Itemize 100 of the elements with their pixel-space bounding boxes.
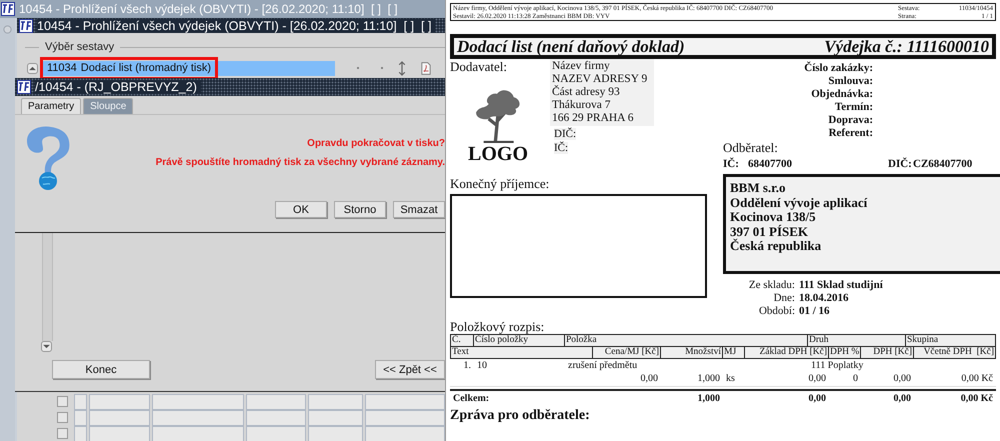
app-icon	[19, 18, 33, 32]
column-header: Cena/MJ [Kč]	[593, 347, 661, 358]
grid-cell	[74, 394, 88, 410]
field-value: 18.04.2016	[799, 292, 848, 305]
field-label: DIČ:	[888, 158, 913, 170]
dialog-button[interactable]: Smazat	[393, 201, 445, 218]
final-recipient-label: Konečný příjemce:	[450, 176, 550, 192]
grid-cell	[89, 410, 150, 426]
grid-cell	[308, 394, 363, 410]
grid-cell	[308, 426, 363, 441]
field-label: IČ:	[723, 158, 740, 170]
table-cell-text: 10	[476, 360, 488, 372]
question-text: Opravdu pokračovat v tisku?	[307, 138, 445, 149]
window-title: 10454 - Prohlížení všech výdejek (OBVYTI) - [26.02.2020; 11:10] [ ] [ ]	[19, 2, 398, 16]
address-line: Česká republika	[730, 239, 822, 254]
back-button[interactable]: << Zpět <<	[375, 360, 445, 379]
scroll-down-button[interactable]	[41, 341, 52, 352]
checkbox[interactable]	[57, 396, 68, 407]
document-title: Dodací list (není daňový doklad)	[457, 36, 685, 56]
field-label: IČ:	[554, 142, 568, 154]
grid-cell	[308, 410, 363, 426]
window-title: 10454 - Prohlížení všech výdejek (OBVYTI) - [26.02.2020; 11:10] [ ] [ ]	[37, 18, 436, 32]
address-line: Název firmy	[552, 60, 611, 73]
address-line: 397 01 PÍSEK	[730, 224, 810, 238]
table-cell-text: 1,000	[696, 393, 721, 405]
report-code: 11034	[47, 62, 77, 74]
supplier-label: Dodavatel:	[450, 59, 508, 75]
grid-cell	[246, 426, 306, 441]
table-cell-text: 0,00	[892, 373, 912, 385]
grid-cell	[74, 410, 88, 426]
address-line: Část adresy 93	[552, 86, 621, 99]
table-cell-text: zrušení předmětu	[567, 360, 638, 372]
message-text: Právě spouštíte hromadný tisk za všechny vybrané záznamy.	[156, 157, 445, 168]
report-name: Dodací list (hromadný tisk)	[80, 62, 211, 74]
field-value: CZ68407700	[913, 158, 974, 170]
checkbox[interactable]	[57, 428, 68, 439]
field-value: 01 / 16	[799, 305, 830, 318]
field-label: Doprava:	[827, 114, 873, 127]
column-header: Základ DPH [Kč]	[745, 347, 829, 358]
field-label: DIČ:	[554, 128, 576, 140]
column-header: MJ	[723, 347, 745, 358]
field-label: Smlouva:	[827, 75, 873, 88]
grid-cell	[89, 394, 150, 410]
total-label: Celkem:	[452, 393, 490, 405]
dialog-title: /10454 - (RJ_OBPREVYZ_2)	[35, 80, 201, 94]
grid-cell	[89, 426, 150, 441]
table-cell-text: ks	[725, 373, 736, 385]
address-line: Kocinova 138/5	[730, 210, 816, 224]
tab[interactable]: Parametry	[21, 98, 82, 114]
message-label: Zpráva pro odběratele:	[450, 408, 591, 424]
dialog-button[interactable]: Storno	[334, 201, 386, 218]
document-icon[interactable]	[421, 60, 431, 76]
field-label: Referent:	[828, 127, 873, 140]
table-cell-text: 1.	[462, 360, 472, 372]
document-number: Výdejka č.: 1111600010	[824, 36, 989, 56]
table-cell-text: 0,00	[808, 393, 827, 405]
table-cell-text: 0,00	[640, 373, 659, 385]
field-value: 68407700	[748, 158, 793, 170]
column-header: DPH %	[829, 347, 861, 358]
caret-up-icon	[29, 66, 36, 70]
section-label: Výběr sestavy	[45, 41, 114, 53]
table-cell-text: 1,000	[696, 373, 721, 385]
field-label: Ze skladu:	[748, 279, 795, 292]
table-cell-text: 0,00 Kč	[960, 373, 994, 385]
dialog-button[interactable]: OK	[275, 201, 327, 218]
close-button[interactable]: Konec	[52, 360, 150, 379]
address-line: Oddělení vývoje aplikací	[730, 196, 868, 210]
customer-label: Odběratel:	[723, 140, 779, 156]
field-label: Objednávka:	[810, 88, 873, 101]
app-icon	[17, 80, 31, 94]
vertical-arrows-icon[interactable]	[397, 60, 407, 76]
field-label: Dne:	[772, 292, 795, 305]
circle-icon	[3, 25, 12, 34]
address-line: 166 29 PRAHA 6	[552, 112, 634, 125]
table-cell-text: 0,00	[808, 373, 827, 385]
field-value: 111 Sklad studijní	[799, 279, 883, 292]
grid-cell	[74, 426, 88, 441]
app-icon	[1, 2, 15, 16]
address-line: BBM s.r.o	[730, 181, 786, 196]
address-line: Thákurova 7	[552, 99, 612, 112]
grid-cell	[246, 410, 306, 426]
table-cell-text: 0,00 Kč	[960, 393, 994, 405]
items-label: Položkový rozpis:	[450, 320, 546, 334]
scrollbar[interactable]	[42, 233, 53, 341]
column-header: Množství	[661, 347, 723, 358]
table-cell-text: 111 Poplatky	[810, 360, 864, 372]
field-label: Termín:	[834, 101, 873, 114]
logo-text: LOGO	[468, 143, 530, 166]
checkbox[interactable]	[57, 412, 68, 423]
address-line: NAZEV ADRESY 9	[552, 73, 648, 85]
caret-down-icon	[43, 344, 50, 349]
field-label: Číslo zakázky:	[803, 62, 873, 75]
field-label: Období:	[758, 305, 795, 318]
column-header: DPH [Kč]	[861, 347, 914, 358]
column-header: Text	[450, 347, 593, 358]
table-cell-text: 0,00	[892, 393, 912, 405]
column-header: Včetně DPH [Kč]	[914, 347, 996, 358]
table-cell-text: 0	[852, 373, 859, 385]
grid-cell	[246, 394, 306, 410]
scroll-up-button[interactable]	[27, 62, 38, 74]
